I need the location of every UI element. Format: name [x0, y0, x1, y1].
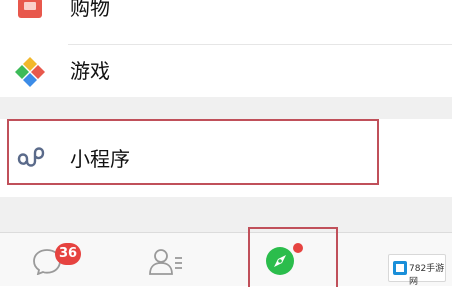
discover-item-mini-programs[interactable]: 小程序 — [0, 119, 452, 197]
discover-item-games-label: 游戏 — [70, 59, 110, 83]
site-logo-icon — [393, 260, 407, 275]
section-gap — [0, 197, 452, 232]
discover-item-games[interactable]: 游戏 — [0, 45, 452, 97]
discover-new-dot — [293, 243, 303, 253]
contacts-icon — [148, 246, 184, 276]
games-icon — [13, 55, 47, 89]
discover-item-shopping[interactable]: 购物 — [0, 0, 452, 44]
tab-chats[interactable]: 36 — [0, 233, 110, 286]
discover-compass-icon — [264, 245, 296, 277]
discover-item-shopping-label: 购物 — [70, 0, 110, 20]
watermark-text: 782手游网 — [409, 264, 445, 287]
tab-discover[interactable] — [248, 233, 338, 286]
shopping-bag-icon — [16, 0, 44, 22]
discover-item-mini-programs-label: 小程序 — [70, 147, 130, 171]
section-gap — [0, 97, 452, 119]
tab-contacts[interactable] — [112, 233, 222, 286]
bottom-tab-bar: 36 782手游网 — [0, 227, 452, 287]
watermark-logo: 782手游网 — [388, 254, 446, 287]
chats-unread-badge: 36 — [55, 243, 81, 265]
mini-program-icon — [16, 145, 46, 169]
